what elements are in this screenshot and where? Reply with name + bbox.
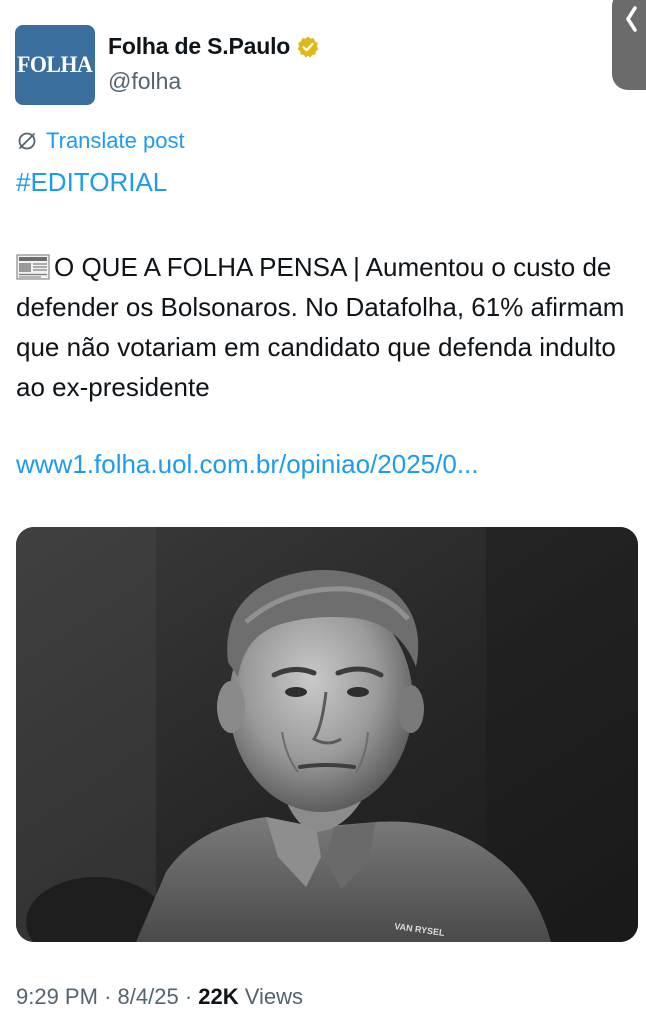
- avatar-logo-text: FOLHA: [17, 52, 93, 77]
- verified-badge-icon[interactable]: [296, 35, 320, 59]
- post-photo-illustration: VAN RYSEL: [16, 527, 638, 942]
- post-text: O QUE A FOLHA PENSA | Aumentou o custo d…: [16, 247, 636, 407]
- translate-post-label: Translate post: [46, 128, 185, 153]
- post-body-text: O QUE A FOLHA PENSA | Aumentou o custo d…: [16, 252, 625, 402]
- newspaper-icon: [16, 254, 50, 280]
- back-chevron-icon[interactable]: [622, 4, 642, 34]
- post-meta: 9:29 PM · 8/4/25 · 22K Views: [16, 984, 303, 1010]
- article-link[interactable]: www1.folha.uol.com.br/opiniao/2025/0...: [16, 449, 479, 480]
- meta-separator-2: ·: [184, 984, 193, 1009]
- translate-icon: [18, 132, 36, 150]
- post-image[interactable]: VAN RYSEL: [16, 527, 638, 942]
- author-name-row[interactable]: Folha de S.Paulo: [108, 33, 320, 60]
- avatar[interactable]: FOLHA: [15, 25, 95, 105]
- views-count[interactable]: 22K: [198, 984, 238, 1009]
- post-time[interactable]: 9:29 PM: [16, 984, 98, 1009]
- translate-post-button[interactable]: Translate post: [16, 128, 185, 154]
- meta-separator: ·: [104, 984, 112, 1009]
- post-date[interactable]: 8/4/25: [118, 984, 179, 1009]
- views-label[interactable]: Views: [245, 984, 303, 1009]
- author-handle[interactable]: @folha: [108, 68, 181, 95]
- display-name[interactable]: Folha de S.Paulo: [108, 33, 290, 60]
- hashtag-link[interactable]: #EDITORIAL: [16, 167, 167, 198]
